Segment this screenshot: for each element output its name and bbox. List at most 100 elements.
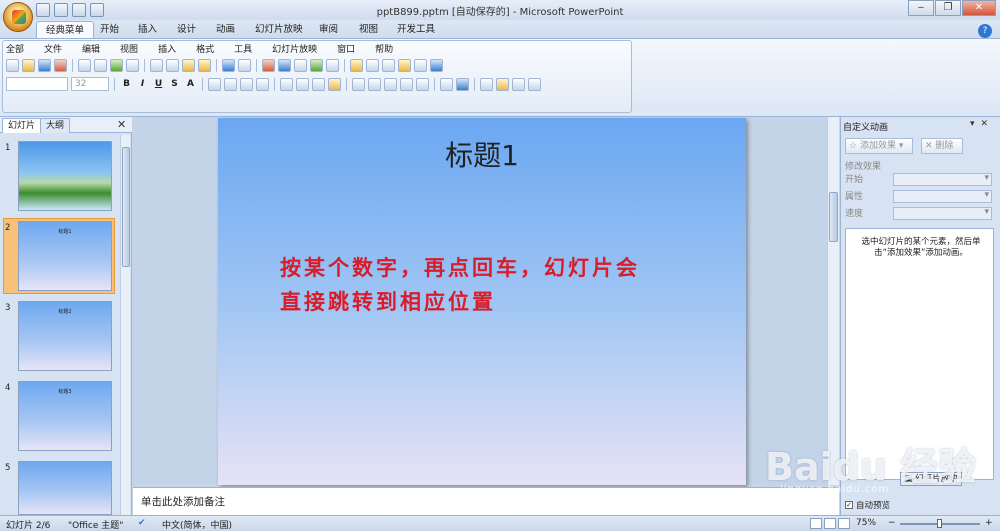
start-combo[interactable] [893, 173, 992, 186]
shape-outline-icon[interactable] [496, 77, 509, 91]
add-effect-button[interactable]: ☆ 添加效果 ▾ [845, 138, 913, 154]
panel-close-icon[interactable]: ✕ [117, 118, 126, 131]
slide-body-text[interactable]: 按某个数字，再点回车，幻灯片会 直接跳转到相应位置 [280, 251, 720, 319]
menu-format[interactable]: 格式 [196, 42, 214, 56]
menu-help[interactable]: 帮助 [375, 42, 393, 56]
menu-view[interactable]: 视图 [120, 42, 138, 56]
scroll-thumb[interactable] [829, 192, 838, 242]
cut-icon[interactable] [150, 59, 163, 72]
tab-slides[interactable]: 幻灯片 [2, 118, 42, 133]
new-icon[interactable] [6, 59, 19, 72]
font-shrink-icon[interactable] [368, 77, 381, 91]
editor-scrollbar[interactable] [827, 117, 839, 485]
outdent-icon[interactable] [416, 77, 429, 91]
menu-window[interactable]: 窗口 [337, 42, 355, 56]
menu-slideshow[interactable]: 幻灯片放映 [272, 42, 317, 56]
insert-textbox-icon[interactable] [294, 59, 307, 72]
numbering-icon[interactable] [328, 77, 341, 91]
remove-effect-button[interactable]: ✕ 删除 [921, 138, 963, 154]
spelling-icon[interactable] [110, 59, 123, 72]
redo-icon[interactable] [238, 59, 251, 72]
bold-button[interactable]: B [120, 79, 133, 89]
new-slide-icon[interactable] [350, 59, 363, 72]
property-combo[interactable] [893, 190, 992, 203]
insert-chart-icon[interactable] [262, 59, 275, 72]
layout-icon[interactable] [366, 59, 379, 72]
insert-picture-icon[interactable] [310, 59, 323, 72]
minimize-button[interactable]: ‒ [908, 0, 934, 16]
slide-thumbnail[interactable] [18, 141, 112, 211]
bullets-icon[interactable] [312, 77, 325, 91]
slide-title[interactable]: 标题1 [218, 134, 746, 174]
tab-view[interactable]: 视图 [350, 21, 387, 38]
animation-list[interactable]: 选中幻灯片的某个元素，然后单击“添加效果”添加动画。 [845, 228, 994, 480]
slide-thumbnail[interactable]: 标题1 [18, 221, 112, 291]
zoom-out-icon[interactable]: − [888, 518, 896, 528]
line-color-icon[interactable] [512, 77, 525, 91]
language[interactable]: 中文(简体，中国) [162, 518, 232, 531]
print-icon[interactable] [78, 59, 91, 72]
zoom-slider-thumb[interactable] [937, 519, 942, 528]
tab-developer[interactable]: 开发工具 [388, 21, 444, 38]
indent-icon[interactable] [400, 77, 413, 91]
maximize-button[interactable]: ❐ [935, 0, 961, 16]
menu-tools[interactable]: 工具 [234, 42, 252, 56]
align-left-icon[interactable] [208, 77, 221, 91]
task-pane-controls[interactable]: ▾✕ [970, 119, 994, 129]
zoom-level[interactable]: 75% [856, 518, 876, 528]
zoom-in-icon[interactable]: + [985, 518, 993, 528]
align-center-icon[interactable] [224, 77, 237, 91]
menu-edit[interactable]: 编辑 [82, 42, 100, 56]
help-toolbar-icon[interactable] [430, 59, 443, 72]
slides-panel-scrollbar[interactable] [120, 135, 130, 515]
office-button[interactable] [3, 2, 33, 32]
menu-all[interactable]: 全部 [6, 42, 24, 56]
tab-animation[interactable]: 动画 [207, 21, 244, 38]
tab-slideshow[interactable]: 幻灯片放映 [246, 21, 312, 38]
tab-review[interactable]: 审阅 [310, 21, 347, 38]
checkbox-checked-icon[interactable]: ✓ [845, 501, 853, 509]
slide-thumbnail[interactable]: 标题2 [18, 301, 112, 371]
char-spacing-button[interactable]: A [184, 79, 197, 89]
shadow-button[interactable]: S [168, 79, 181, 89]
undo-icon[interactable] [222, 59, 235, 72]
spellcheck-icon[interactable]: ✔ [138, 518, 146, 528]
notes-pane[interactable]: 单击此处添加备注 [133, 487, 839, 515]
speed-combo[interactable] [893, 207, 992, 220]
menu-file[interactable]: 文件 [44, 42, 62, 56]
normal-view-icon[interactable] [810, 518, 822, 529]
quick-styles-icon[interactable] [456, 77, 469, 91]
tab-insert[interactable]: 插入 [129, 21, 166, 38]
menu-insert[interactable]: 插入 [158, 42, 176, 56]
open-icon[interactable] [22, 59, 35, 72]
font-size-combo[interactable]: 32 [71, 77, 109, 91]
print-preview-icon[interactable] [94, 59, 107, 72]
save-icon[interactable] [38, 59, 51, 72]
underline-button[interactable]: U [152, 79, 165, 89]
help-icon[interactable]: ? [978, 24, 992, 38]
font-name-combo[interactable] [6, 77, 68, 91]
slideshow-view-icon[interactable] [838, 518, 850, 529]
current-slide[interactable]: 标题1 按某个数字，再点回车，幻灯片会 直接跳转到相应位置 [218, 118, 746, 485]
paste-icon[interactable] [182, 59, 195, 72]
insert-table-icon[interactable] [278, 59, 291, 72]
format-painter-icon[interactable] [198, 59, 211, 72]
research-icon[interactable] [126, 59, 139, 72]
font-color-icon[interactable] [384, 77, 397, 91]
slideshow-button[interactable]: ▣ 幻灯片放映 [900, 472, 962, 486]
insert-shape-icon[interactable] [326, 59, 339, 72]
tab-classic-menu[interactable]: 经典菜单 [36, 21, 95, 38]
arrange-icon[interactable] [440, 77, 453, 91]
font-grow-icon[interactable] [352, 77, 365, 91]
columns-icon[interactable] [280, 77, 293, 91]
text-direction2-icon[interactable] [296, 77, 309, 91]
autopreview-checkbox[interactable]: ✓ 自动预览 [845, 499, 890, 511]
text-direction-icon[interactable] [382, 59, 395, 72]
align-right-icon[interactable] [240, 77, 253, 91]
tab-design[interactable]: 设计 [168, 21, 205, 38]
justify-icon[interactable] [256, 77, 269, 91]
shape-fill-icon[interactable] [480, 77, 493, 91]
italic-button[interactable]: I [136, 79, 149, 89]
find-icon[interactable] [414, 59, 427, 72]
open-folder-icon[interactable] [398, 59, 411, 72]
